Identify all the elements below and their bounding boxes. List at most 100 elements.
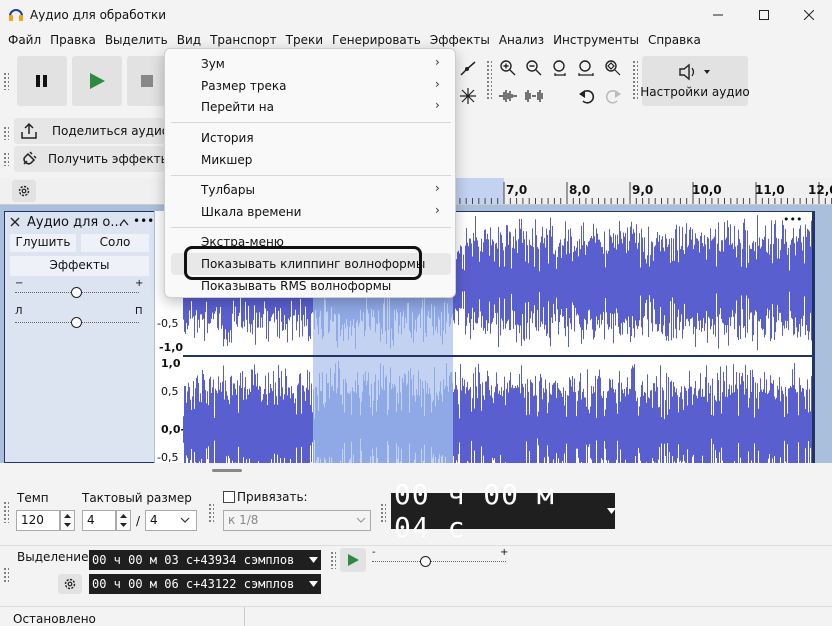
- menu-tools[interactable]: Инструменты: [549, 30, 644, 50]
- tick-label: 9,0: [632, 183, 654, 197]
- track-name[interactable]: Аудио для о...: [27, 215, 123, 230]
- multi-tool-icon: [460, 88, 476, 104]
- menu-transport[interactable]: Транспорт: [206, 30, 282, 50]
- selection-label: Выделение: [17, 550, 89, 564]
- audacity-app-icon: [9, 9, 23, 21]
- play-at-speed-grip[interactable]: [330, 551, 336, 569]
- maximize-button[interactable]: [741, 0, 787, 30]
- play-icon: [90, 73, 105, 89]
- track-effects-button[interactable]: Эффекты: [10, 256, 149, 276]
- menu-file[interactable]: Файл: [4, 30, 46, 50]
- meter-denominator-select[interactable]: 4: [145, 510, 197, 531]
- solo-button[interactable]: Соло: [81, 234, 149, 252]
- menu-bar: Файл Правка Выделить Вид Транспорт Треки…: [0, 30, 832, 50]
- zoom-in-button[interactable]: [496, 56, 520, 80]
- mute-button[interactable]: Глушить: [10, 234, 76, 252]
- amp-label: 0,5: [161, 385, 179, 398]
- amp-label: 1,0: [161, 357, 181, 370]
- audio-setup-toolbar-grip[interactable]: [632, 60, 638, 100]
- view-menu-timeline[interactable]: Шкала времени: [201, 205, 301, 219]
- menu-generate[interactable]: Генерировать: [328, 30, 426, 50]
- speed-slider-thumb[interactable]: [419, 556, 431, 567]
- zoom-out-button[interactable]: [522, 56, 546, 80]
- submenu-arrow-icon: ›: [435, 77, 440, 91]
- pause-button[interactable]: [17, 56, 67, 106]
- resize-handle[interactable]: [212, 469, 242, 472]
- effects-toolbar-grip[interactable]: [3, 152, 9, 166]
- share-audio-button[interactable]: Поделиться аудио: [14, 118, 169, 144]
- edit-toolbar-grip[interactable]: [486, 60, 492, 100]
- stop-icon: [141, 75, 153, 87]
- status-text: Остановлено: [13, 612, 96, 626]
- tempo-stepper[interactable]: [60, 510, 75, 531]
- menu-tracks[interactable]: Треки: [282, 30, 328, 50]
- view-menu-track-size[interactable]: Размер трека: [201, 79, 286, 93]
- effects-label: Эффекты: [49, 258, 110, 272]
- trim-audio-button[interactable]: [496, 84, 520, 108]
- draw-tool-icon: [460, 61, 476, 76]
- close-icon: [804, 10, 814, 20]
- snap-checkbox[interactable]: [223, 491, 235, 503]
- view-menu-show-rms[interactable]: Показывать RMS волноформы: [201, 279, 391, 293]
- get-effects-button[interactable]: Получить эффекты: [14, 146, 170, 172]
- view-menu-mixer[interactable]: Микшер: [201, 153, 252, 167]
- speed-slider-track[interactable]: [372, 561, 506, 562]
- silence-audio-button[interactable]: [522, 84, 546, 108]
- collapse-track-icon[interactable]: [119, 218, 129, 226]
- stop-button[interactable]: [127, 56, 167, 106]
- meter-numerator-value: 4: [87, 513, 95, 527]
- selection-settings-button[interactable]: [58, 574, 82, 594]
- view-menu-history[interactable]: История: [201, 131, 254, 145]
- transport-toolbar-grip[interactable]: [3, 72, 9, 90]
- minimize-button[interactable]: [695, 0, 741, 30]
- time-display[interactable]: 00 ч 00 м 04 с: [391, 478, 615, 544]
- fit-project-button[interactable]: [574, 56, 598, 80]
- tick-label: 12,0: [808, 183, 832, 197]
- maximize-icon: [759, 10, 769, 20]
- close-track-icon[interactable]: [10, 217, 20, 227]
- view-menu-zoom[interactable]: Зум: [201, 57, 225, 71]
- meter-numerator-input[interactable]: 4: [82, 510, 116, 531]
- play-at-speed-button[interactable]: [340, 548, 366, 572]
- multi-tool-button[interactable]: [456, 84, 480, 108]
- tempo-value: 120: [21, 513, 44, 527]
- snap-toolbar-grip[interactable]: [208, 503, 214, 523]
- meter-stepper[interactable]: [116, 510, 131, 531]
- draw-tool-button[interactable]: [456, 56, 480, 80]
- selection-start-display[interactable]: 00 ч 00 м 03 с+43934 сэмплов: [89, 550, 321, 570]
- audio-settings-button[interactable]: Настройки аудио: [640, 56, 750, 106]
- menu-analyze[interactable]: Анализ: [495, 30, 549, 50]
- snap-select[interactable]: к 1/8: [223, 510, 371, 531]
- view-menu-go-to[interactable]: Перейти на: [201, 100, 274, 114]
- undo-button[interactable]: [575, 84, 599, 108]
- time-signature-toolbar-grip[interactable]: [3, 501, 9, 523]
- selection-toolbar-grip[interactable]: [3, 567, 9, 583]
- menu-edit[interactable]: Правка: [46, 30, 101, 50]
- menu-select[interactable]: Выделить: [101, 30, 173, 50]
- silence-icon: [525, 90, 543, 102]
- menu-help[interactable]: Справка: [644, 30, 706, 50]
- gain-slider-thumb[interactable]: [71, 287, 82, 298]
- redo-button[interactable]: [601, 84, 625, 108]
- track-control-panel[interactable]: Аудио для о... ••• Глушить Соло Эффекты …: [4, 211, 154, 463]
- time-toolbar-grip[interactable]: [380, 503, 386, 523]
- menu-effects[interactable]: Эффекты: [426, 30, 495, 50]
- selection-end-display[interactable]: 00 ч 00 м 06 с+43122 сэмплов: [89, 574, 321, 594]
- tempo-input[interactable]: 120: [16, 510, 60, 531]
- track-menu-button[interactable]: •••: [133, 214, 154, 228]
- menu-view[interactable]: Вид: [173, 30, 206, 50]
- share-toolbar-grip[interactable]: [3, 126, 9, 140]
- clip-menu-button[interactable]: •••: [783, 213, 802, 226]
- play-button[interactable]: [72, 56, 122, 106]
- zoom-toggle-button[interactable]: [600, 56, 624, 80]
- view-menu-toolbars[interactable]: Тулбары: [201, 183, 255, 197]
- share-audio-label: Поделиться аудио: [52, 124, 170, 138]
- amp-label: -1,0: [159, 341, 184, 354]
- close-button[interactable]: [786, 0, 832, 30]
- zoom-selection-icon: [553, 60, 566, 76]
- submenu-arrow-icon: ›: [435, 203, 440, 217]
- pan-slider-thumb[interactable]: [71, 317, 82, 328]
- fit-selection-button[interactable]: [548, 56, 572, 80]
- speaker-icon: [679, 63, 710, 81]
- chevron-down-icon: [356, 517, 366, 523]
